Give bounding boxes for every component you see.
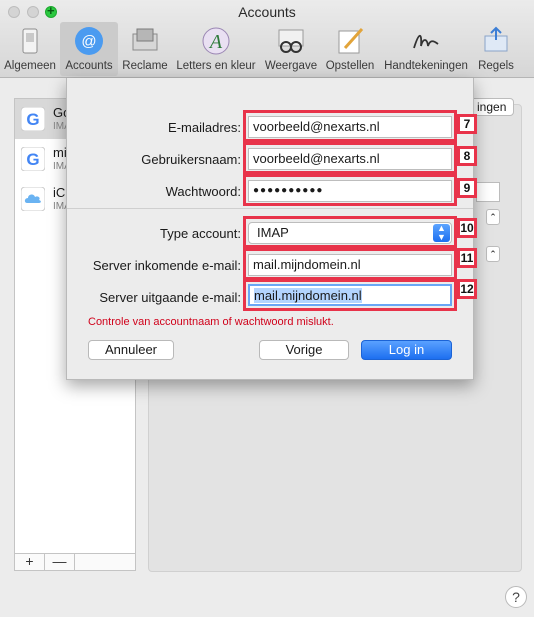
outgoing-server-value: mail.mijndomein.nl xyxy=(254,288,362,303)
username-field[interactable]: voorbeeld@nexarts.nl xyxy=(248,148,452,170)
step-badge: 8 xyxy=(457,146,477,166)
background-stepper[interactable]: ⌃ xyxy=(486,246,500,262)
toolbar-algemeen[interactable]: Algemeen xyxy=(2,22,58,76)
glasses-icon xyxy=(278,29,304,53)
password-field[interactable]: ●●●●●●●●●● xyxy=(248,180,452,202)
toolbar-label: Opstellen xyxy=(325,60,375,72)
toolbar-label: Letters en kleur xyxy=(176,60,256,72)
cancel-button[interactable]: Annuleer xyxy=(88,340,174,360)
background-field[interactable] xyxy=(476,182,500,202)
junk-mail-icon xyxy=(132,28,158,51)
toolbar-opstellen[interactable]: Opstellen xyxy=(322,22,378,76)
email-label: E-mailadres: xyxy=(168,120,241,135)
toolbar-handtekeningen[interactable]: Handtekeningen xyxy=(380,22,472,76)
rules-envelope-icon xyxy=(484,26,508,52)
account-type-label: Type account: xyxy=(160,226,241,241)
password-label: Wachtwoord: xyxy=(165,184,241,199)
add-account-sheet: E-mailadres: voorbeeld@nexarts.nl 7 Gebr… xyxy=(66,78,477,380)
svg-text:@: @ xyxy=(81,33,96,50)
email-field[interactable]: voorbeeld@nexarts.nl xyxy=(248,116,452,138)
step-badge: 11 xyxy=(457,248,477,268)
google-icon: G xyxy=(21,147,45,171)
login-button[interactable]: Log in xyxy=(361,340,452,360)
outgoing-server-label: Server uitgaande e-mail: xyxy=(99,290,241,305)
toolbar-label: Regels xyxy=(478,60,514,72)
switch-icon xyxy=(22,28,38,54)
toolbar-reclame[interactable]: Reclame xyxy=(120,22,170,76)
at-icon: @ xyxy=(75,27,103,55)
signature-icon xyxy=(413,34,439,49)
google-icon: G xyxy=(21,107,45,131)
remove-account-button[interactable]: — xyxy=(45,554,75,570)
toolbar-label: Algemeen xyxy=(4,60,56,72)
toolbar-label: Handtekeningen xyxy=(384,60,468,72)
section-divider xyxy=(67,208,473,209)
help-button[interactable]: ? xyxy=(505,586,527,608)
sidebar-footer: + — xyxy=(14,553,136,571)
icloud-icon xyxy=(21,187,45,211)
toolbar-accounts[interactable]: @ Accounts xyxy=(60,22,118,76)
svg-text:G: G xyxy=(26,150,39,169)
svg-text:G: G xyxy=(26,110,39,129)
username-label: Gebruikersnaam: xyxy=(141,152,241,167)
fonts-colors-icon: A xyxy=(202,27,230,55)
toolbar-regels[interactable]: Regels xyxy=(474,22,518,76)
back-button[interactable]: Vorige xyxy=(259,340,349,360)
background-stepper[interactable]: ⌃ xyxy=(486,209,500,225)
window-title: Accounts xyxy=(238,4,296,20)
incoming-server-label: Server inkomende e-mail: xyxy=(92,258,241,273)
outgoing-server-field[interactable]: mail.mijndomein.nl xyxy=(248,284,452,306)
compose-icon xyxy=(338,27,364,54)
step-badge: 10 xyxy=(457,218,477,238)
account-type-select[interactable]: IMAP ▲ ▼ xyxy=(248,222,452,244)
chevron-up-down-icon: ▲ ▼ xyxy=(433,224,450,242)
step-badge: 7 xyxy=(457,114,477,134)
toolbar-label: Reclame xyxy=(122,60,168,72)
toolbar-label: Accounts xyxy=(65,60,113,72)
add-account-button[interactable]: + xyxy=(15,554,45,570)
step-badge: 12 xyxy=(457,279,477,299)
toolbar-letters-en-kleur[interactable]: A Letters en kleur xyxy=(172,22,260,76)
toolbar-label: Weergave xyxy=(264,60,318,72)
error-message: Controle van accountnaam of wachtwoord m… xyxy=(88,316,334,328)
incoming-server-field[interactable]: mail.mijndomein.nl xyxy=(248,254,452,276)
account-type-value: IMAP xyxy=(257,225,289,240)
step-badge: 9 xyxy=(457,178,477,198)
toolbar-weergave[interactable]: Weergave xyxy=(262,22,320,76)
window-titlebar: Accounts Algemeen @ Accounts Reclame A L… xyxy=(0,0,534,78)
account-name: mi xyxy=(53,145,67,160)
svg-text:A: A xyxy=(208,31,223,53)
